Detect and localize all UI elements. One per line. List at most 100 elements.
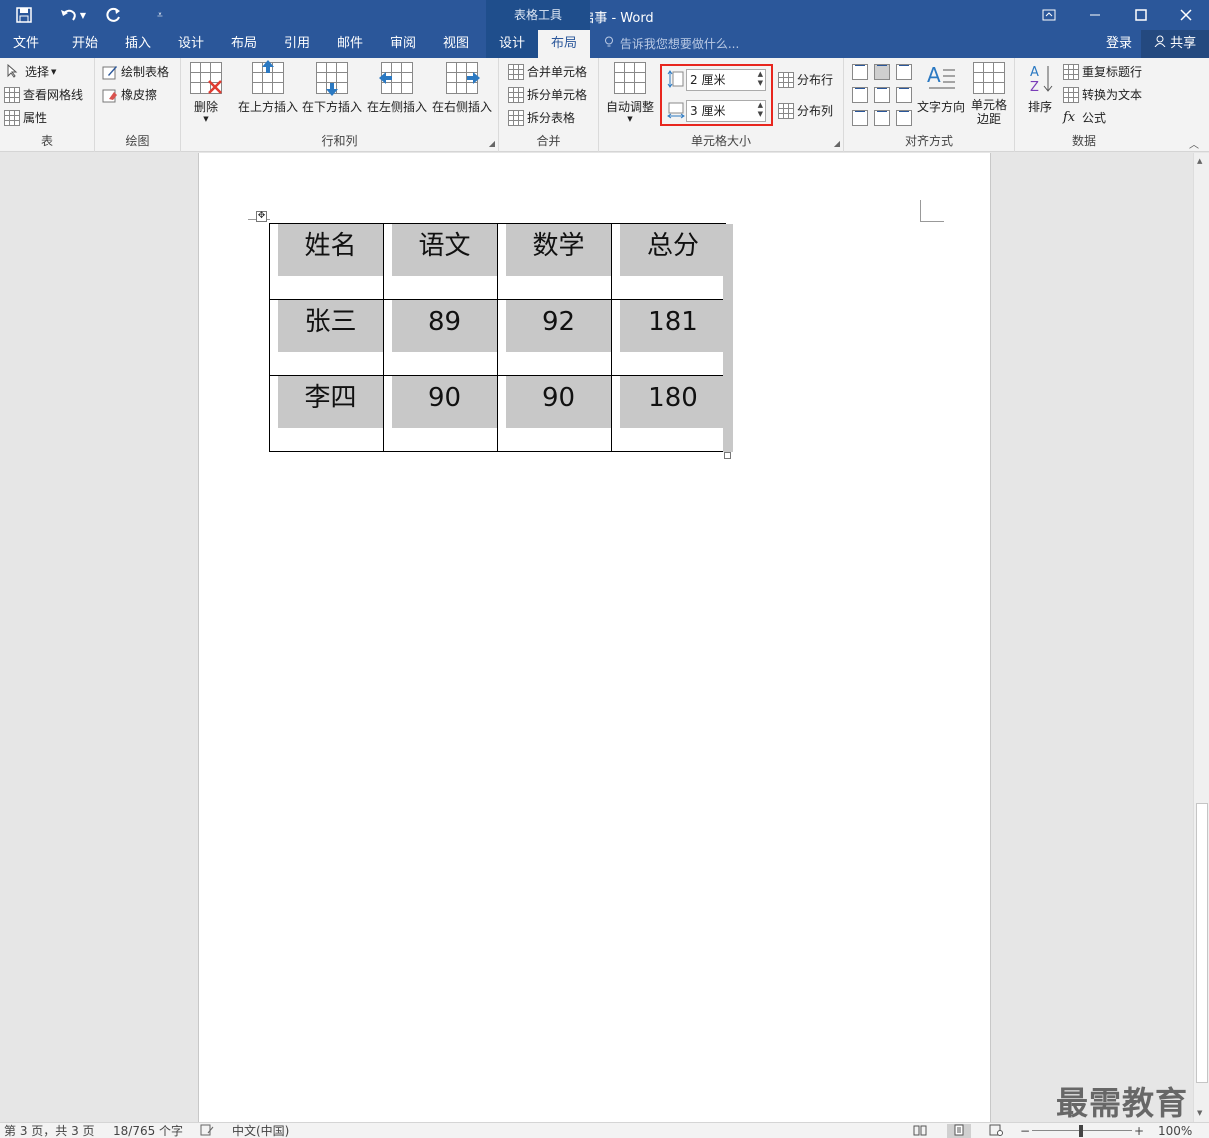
select-button[interactable]: 选择 ▼ <box>6 62 56 82</box>
table-cell[interactable]: 数学 <box>497 223 612 300</box>
table-move-handle-icon[interactable]: ✥ <box>256 211 267 222</box>
read-mode-icon[interactable] <box>913 1124 927 1138</box>
cell-margins-label: 单元格边距 <box>970 98 1007 126</box>
undo-icon[interactable]: ▼ <box>56 4 90 26</box>
ribbon-display-icon[interactable] <box>1026 0 1072 30</box>
split-cells-button[interactable]: 拆分单元格 <box>508 85 587 105</box>
table-cell[interactable]: 总分 <box>611 223 726 300</box>
column-width-stepper[interactable]: ▲ ▼ <box>758 101 763 119</box>
table-cell[interactable]: 张三 <box>269 299 384 376</box>
table-cell[interactable]: 92 <box>497 299 612 376</box>
formula-button[interactable]: fx 公式 <box>1063 108 1106 128</box>
convert-to-text-button[interactable]: 转换为文本 <box>1063 85 1142 105</box>
split-table-button[interactable]: 拆分表格 <box>508 108 575 128</box>
sort-icon: AZ <box>1024 62 1056 95</box>
table-cell[interactable]: 180 <box>611 375 726 452</box>
table-cell[interactable]: 89 <box>383 299 498 376</box>
tab-table-design[interactable]: 设计 <box>486 30 538 58</box>
row-height-input[interactable]: 2 厘米 ▲ ▼ <box>686 69 766 91</box>
tab-layout[interactable]: 布局 <box>219 30 269 58</box>
share-button[interactable]: 共享 <box>1141 30 1209 58</box>
tell-me-search[interactable]: 告诉我您想要做什么... <box>604 30 739 58</box>
page-count[interactable]: 第 3 页，共 3 页 <box>4 1124 95 1138</box>
tab-insert[interactable]: 插入 <box>113 30 163 58</box>
row-height-stepper[interactable]: ▲ ▼ <box>758 70 763 88</box>
formula-label: 公式 <box>1082 111 1107 125</box>
table-resize-handle[interactable] <box>724 452 731 459</box>
close-icon[interactable] <box>1163 0 1209 30</box>
table-cell[interactable]: 90 <box>497 375 612 452</box>
collapse-ribbon-icon[interactable]: ︿ <box>1189 136 1199 151</box>
autofit-button[interactable]: 自动调整 ▼ <box>603 62 657 123</box>
cell-text: 180 <box>620 376 726 428</box>
login-link[interactable]: 登录 <box>1106 30 1132 58</box>
table-cell[interactable]: 181 <box>611 299 726 376</box>
align-bottom-center-icon[interactable] <box>874 110 890 126</box>
proofing-icon[interactable] <box>200 1124 214 1138</box>
save-icon[interactable] <box>12 4 36 26</box>
tab-file[interactable]: 文件 <box>0 30 52 58</box>
align-middle-center-icon[interactable] <box>874 87 890 103</box>
tab-references[interactable]: 引用 <box>272 30 322 58</box>
draw-table-button[interactable]: 绘制表格 <box>102 62 169 82</box>
group-label-cell-size: 单元格大小 <box>690 134 751 148</box>
insert-left-label: 在左侧插入 <box>366 100 427 114</box>
align-top-center-icon[interactable] <box>874 64 890 80</box>
eraser-button[interactable]: 橡皮擦 <box>102 85 157 105</box>
dialog-launcher-icon[interactable]: ◢ <box>489 139 495 148</box>
cell-margins-button[interactable]: 单元格边距 <box>968 62 1010 126</box>
row-height-icon <box>667 70 685 88</box>
scroll-up-icon[interactable]: ▲ <box>1197 157 1202 165</box>
word-count[interactable]: 18/765 个字 <box>113 1124 183 1138</box>
insert-below-button[interactable]: 在下方插入 <box>301 62 363 115</box>
align-bottom-left-icon[interactable] <box>852 110 868 126</box>
distribute-rows-button[interactable]: 分布行 <box>778 70 833 90</box>
language[interactable]: 中文(中国) <box>232 1124 289 1138</box>
zoom-level[interactable]: 100% <box>1158 1124 1192 1138</box>
redo-icon[interactable] <box>102 4 126 26</box>
scroll-down-icon[interactable]: ▼ <box>1197 1109 1202 1117</box>
sort-button[interactable]: AZ 排序 <box>1023 62 1057 115</box>
distribute-columns-button[interactable]: 分布列 <box>778 101 833 121</box>
column-width-input[interactable]: 3 厘米 ▲ ▼ <box>686 100 766 122</box>
zoom-out-icon[interactable]: − <box>1020 1124 1030 1138</box>
vertical-scrollbar[interactable]: ▲ ▼ <box>1193 153 1209 1122</box>
tab-table-layout[interactable]: 布局 <box>538 30 590 58</box>
repeat-header-label: 重复标题行 <box>1082 65 1143 79</box>
view-gridlines-button[interactable]: 查看网格线 <box>4 85 83 105</box>
tab-home[interactable]: 开始 <box>60 30 110 58</box>
web-layout-icon[interactable] <box>989 1124 1003 1138</box>
minimize-icon[interactable] <box>1072 0 1118 30</box>
align-top-left-icon[interactable] <box>852 64 868 80</box>
delete-button[interactable]: 删除 ▼ <box>187 62 225 123</box>
tab-mailings[interactable]: 邮件 <box>325 30 375 58</box>
insert-right-button[interactable]: 在右侧插入 <box>431 62 493 115</box>
table-cell[interactable]: 姓名 <box>269 223 384 300</box>
maximize-icon[interactable] <box>1118 0 1164 30</box>
table-cell[interactable]: 语文 <box>383 223 498 300</box>
align-middle-right-icon[interactable] <box>896 87 912 103</box>
dialog-launcher-icon[interactable]: ◢ <box>834 139 840 148</box>
table-cell[interactable]: 李四 <box>269 375 384 452</box>
table-cell[interactable]: 90 <box>383 375 498 452</box>
align-bottom-right-icon[interactable] <box>896 110 912 126</box>
distribute-rows-label: 分布行 <box>797 73 834 87</box>
zoom-in-icon[interactable]: + <box>1134 1124 1144 1138</box>
print-layout-icon[interactable] <box>947 1124 971 1138</box>
customize-qat-icon[interactable]: ⩡ <box>148 4 172 26</box>
merge-cells-button[interactable]: 合并单元格 <box>508 62 587 82</box>
insert-left-button[interactable]: 在左侧插入 <box>366 62 428 115</box>
align-top-right-icon[interactable] <box>896 64 912 80</box>
sort-label: 排序 <box>1027 100 1052 114</box>
zoom-slider-thumb[interactable] <box>1079 1125 1083 1137</box>
align-middle-left-icon[interactable] <box>852 87 868 103</box>
tab-view[interactable]: 视图 <box>431 30 481 58</box>
tab-review[interactable]: 审阅 <box>378 30 428 58</box>
tab-design[interactable]: 设计 <box>166 30 216 58</box>
properties-button[interactable]: 属性 <box>4 108 47 128</box>
scroll-thumb[interactable] <box>1196 803 1208 1083</box>
repeat-header-button[interactable]: 重复标题行 <box>1063 62 1142 82</box>
insert-above-button[interactable]: 在上方插入 <box>237 60 299 115</box>
insert-above-label: 在上方插入 <box>237 100 298 114</box>
text-direction-button[interactable]: A 文字方向 <box>916 62 966 115</box>
